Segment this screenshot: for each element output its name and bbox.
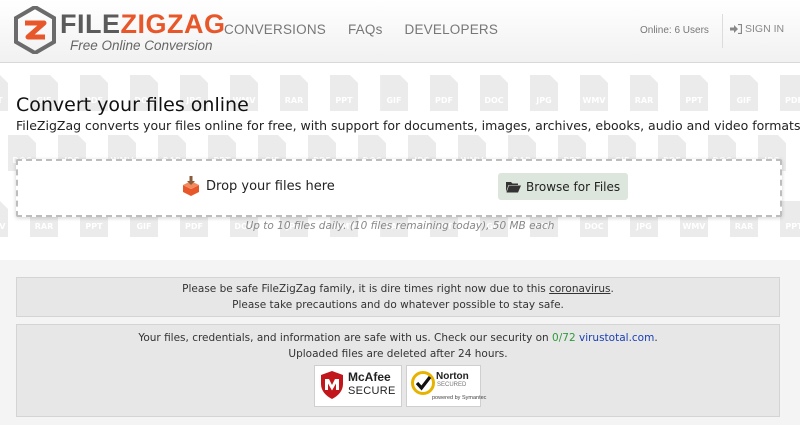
svg-text:PPT: PPT [335, 96, 353, 105]
file-type-bg-icon: JPG [530, 75, 558, 111]
security-notice-line1: Your files, credentials, and information… [17, 331, 779, 347]
safety-text-end: . [610, 283, 614, 295]
drop-label: Drop your files here [206, 178, 335, 194]
sign-in-icon [730, 24, 742, 34]
file-type-bg-icon: WMV [580, 75, 608, 111]
norton-check-icon [411, 371, 435, 395]
svg-text:JPG: JPG [535, 96, 551, 105]
svg-text:GIF: GIF [386, 96, 401, 105]
file-type-bg-icon: RAR [630, 75, 658, 111]
sign-in-label: SIGN IN [745, 23, 785, 35]
svg-text:PDF: PDF [785, 96, 800, 105]
browse-files-button[interactable]: Browse for Files [498, 173, 629, 200]
file-type-bg-icon: DOC [480, 75, 508, 111]
security-text: Your files, credentials, and information… [138, 332, 553, 344]
drop-area[interactable]: Drop your files here [181, 176, 335, 196]
file-type-bg-icon: PDF [780, 75, 800, 111]
safety-notice: Please be safe FileZigZag family, it is … [16, 277, 780, 317]
safety-text: Please be safe FileZigZag family, it is … [182, 283, 550, 295]
nav-conversions[interactable]: CONVERSIONS [224, 22, 326, 37]
svg-text:DOC: DOC [484, 96, 503, 105]
virustotal-score: 0/72 [552, 332, 576, 344]
file-type-bg-icon: PPT [680, 75, 708, 111]
security-text-end: . [654, 332, 658, 344]
header-divider [722, 14, 723, 48]
mcafee-secure-badge[interactable]: McAfee SECURE [314, 365, 402, 407]
security-notice: Your files, credentials, and information… [16, 324, 780, 417]
mcafee-title: McAfee [348, 370, 391, 384]
browse-files-label: Browse for Files [526, 179, 621, 194]
trust-badges: McAfee SECURE Norton SECURED powered by … [314, 365, 486, 407]
logo-wordmark: FILEZIGZAG [60, 9, 226, 39]
upload-limit-info: Up to 10 files daily. (10 files remainin… [245, 220, 555, 232]
file-type-bg-icon: RAR [280, 75, 308, 111]
logo[interactable]: FILEZIGZAG Free Online Conversion [14, 6, 225, 56]
page-title: Convert your files online [16, 93, 249, 116]
norton-subtitle: SECURED [437, 382, 467, 388]
svg-text:RAR: RAR [635, 96, 654, 105]
mcafee-subtitle: SECURE [348, 385, 396, 397]
svg-text:GIF: GIF [736, 96, 751, 105]
sign-in-button[interactable]: SIGN IN [730, 23, 784, 35]
logo-word-file: FILE [60, 9, 121, 39]
download-box-icon [183, 176, 199, 196]
coronavirus-link[interactable]: coronavirus [549, 283, 610, 295]
nav-faqs[interactable]: FAQs [348, 22, 383, 37]
svg-text:WMV: WMV [583, 96, 607, 105]
svg-text:RAR: RAR [285, 96, 304, 105]
norton-title: Norton [436, 371, 469, 382]
file-type-bg-icon: PPT [330, 75, 358, 111]
file-type-bg-icon: GIF [380, 75, 408, 111]
mcafee-shield-icon [321, 371, 343, 399]
norton-secured-badge[interactable]: Norton SECURED powered by Symantec [406, 365, 486, 407]
svg-text:PDF: PDF [435, 96, 453, 105]
file-type-bg-icon: GIF [730, 75, 758, 111]
norton-powered-by: powered by Symantec [432, 395, 487, 401]
main-nav: CONVERSIONS FAQs DEVELOPERS [224, 22, 520, 37]
security-notice-line2: Uploaded files are deleted after 24 hour… [288, 347, 508, 360]
converter-section: PPTGIFPDFDOCJPGWMVRARPPTGIFPDFDOCJPGWMVR… [0, 63, 800, 260]
svg-text:PPT: PPT [685, 96, 703, 105]
safety-notice-line2: Please take precautions and do whatever … [232, 298, 564, 311]
zigzag-logo-icon [14, 6, 56, 54]
logo-word-zigzag: ZIGZAG [120, 9, 226, 39]
site-header: FILEZIGZAG Free Online Conversion CONVER… [0, 0, 800, 63]
safety-notice-line1: Please be safe FileZigZag family, it is … [17, 282, 779, 298]
nav-developers[interactable]: DEVELOPERS [405, 22, 499, 37]
page-description: FileZigZag converts your files online fo… [16, 118, 800, 133]
file-type-bg-icon: PPT [0, 75, 8, 111]
folder-open-icon [506, 181, 521, 192]
online-users-count: Online: 6 Users [640, 25, 709, 36]
file-type-bg-icon: PDF [430, 75, 458, 111]
virustotal-link[interactable]: virustotal.com [579, 332, 654, 344]
file-drop-zone[interactable]: Drop your files here Browse for Files [16, 159, 782, 217]
logo-tagline: Free Online Conversion [70, 38, 213, 53]
